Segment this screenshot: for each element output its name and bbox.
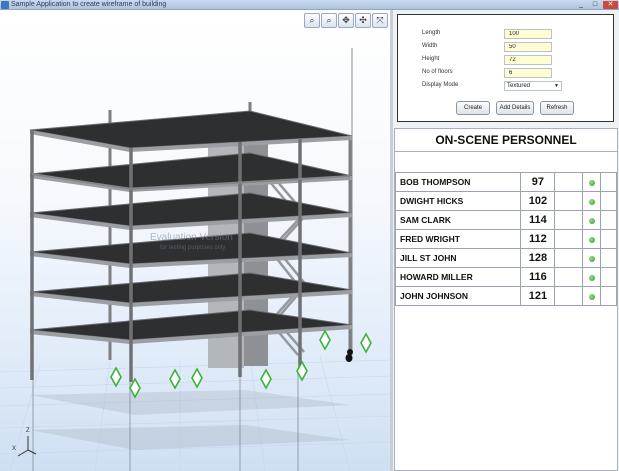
floors-row: No of floors [398,68,615,79]
personnel-blank-cell [554,286,584,306]
personnel-row[interactable]: DWIGHT HICKS 102 [394,191,617,211]
personnel-blank-cell [554,172,584,192]
personnel-status-cell [582,286,602,306]
personnel-name: JILL ST JOHN [394,248,522,268]
personnel-name: DWIGHT HICKS [394,191,522,211]
personnel-end-cell [600,286,617,306]
personnel-number: 102 [520,191,556,211]
personnel-name: FRED WRIGHT [394,229,522,249]
personnel-status-cell [582,172,602,192]
chevron-down-icon: ▼ [554,83,559,89]
axis-x-label: X [12,446,17,452]
status-dot-icon [588,199,595,205]
floors-input[interactable] [504,68,552,78]
personnel-blank-cell [554,248,584,268]
width-input[interactable] [504,42,552,52]
personnel-number: 116 [520,267,556,287]
floors-label: No of floors [422,69,453,75]
3d-viewport[interactable]: ⌕ ⌕ ✥ ✣ ⤧ Evaluation Version for testing… [0,10,390,471]
personnel-number: 128 [520,248,556,268]
watermark-subtitle: for testing purposes only [160,245,226,251]
personnel-end-cell [600,267,617,287]
maximize-button[interactable]: □ [589,1,601,9]
status-dot-icon [588,218,595,224]
personnel-name: SAM CLARK [394,210,522,230]
personnel-blank-cell [554,210,584,230]
personnel-end-cell [600,191,617,211]
on-scene-personnel-panel: ON-SCENE PERSONNEL BOB THOMPSON 97 DWIGHT … [394,128,618,471]
display-mode-row: Display Mode Textured ▼ [398,81,615,92]
width-row: Width [398,42,615,53]
add-details-button[interactable]: Add Details [496,101,534,115]
pan-button[interactable]: ✥ [338,13,354,28]
watermark-title: Evaluation Version [150,232,233,243]
status-dot-icon [588,180,595,186]
length-row: Length [398,29,615,40]
app-window: Sample Application to create wireframe o… [0,0,619,471]
personnel-status-cell [582,191,602,211]
close-button[interactable]: ✕ [603,1,618,9]
personnel-row[interactable]: SAM CLARK 114 [394,210,617,230]
personnel-status-cell [582,267,602,287]
status-dot-icon [588,237,595,243]
length-input[interactable] [504,29,552,39]
personnel-end-cell [600,210,617,230]
personnel-name: HOWARD MILLER [394,267,522,287]
window-title: Sample Application to create wireframe o… [11,1,167,8]
personnel-status-cell [582,210,602,230]
personnel-number: 121 [520,286,556,306]
refresh-button[interactable]: Refresh [540,101,574,115]
personnel-row[interactable]: JOHN JOHNSON 121 [394,286,617,306]
personnel-row[interactable]: JILL ST JOHN 128 [394,248,617,268]
personnel-status-cell [582,248,602,268]
zoom-out-button[interactable]: ⌕ [321,13,337,28]
personnel-row[interactable]: BOB THOMPSON 97 [394,172,617,192]
personnel-name: BOB THOMPSON [394,172,522,192]
personnel-row[interactable]: HOWARD MILLER 116 [394,267,617,287]
personnel-number: 97 [520,172,556,192]
personnel-header: ON-SCENE PERSONNEL [395,129,617,152]
right-panel: Length Width Height No of floors Display… [393,10,619,471]
title-bar: Sample Application to create wireframe o… [0,0,619,10]
height-input[interactable] [504,55,552,65]
display-mode-select[interactable]: Textured ▼ [504,81,562,91]
personnel-end-cell [600,229,617,249]
personnel-marker-icon [345,349,353,362]
length-label: Length [422,30,441,36]
personnel-blank-cell [554,191,584,211]
app-icon [1,1,9,9]
personnel-blank-cell [554,267,584,287]
personnel-end-cell [600,172,617,192]
personnel-row[interactable]: FRED WRIGHT 112 [394,229,617,249]
status-dot-icon [588,275,595,281]
personnel-status-cell [582,229,602,249]
fit-view-button[interactable]: ⤧ [372,13,388,28]
minimize-button[interactable]: _ [575,1,587,9]
width-label: Width [422,43,438,49]
personnel-number: 112 [520,229,556,249]
display-mode-label: Display Mode [422,82,459,88]
zoom-in-button[interactable]: ⌕ [304,13,320,28]
axis-z-label: Z [26,428,30,434]
rotate-button[interactable]: ✣ [355,13,371,28]
personnel-name: JOHN JOHNSON [394,286,522,306]
display-mode-value: Textured [507,83,531,89]
height-row: Height [398,55,615,66]
status-dot-icon [588,294,595,300]
building-parameters-form: Length Width Height No of floors Display… [397,14,614,122]
personnel-spacer [395,152,617,172]
personnel-blank-cell [554,229,584,249]
height-label: Height [422,56,440,62]
view-toolbar: ⌕ ⌕ ✥ ✣ ⤧ [304,13,388,29]
create-button[interactable]: Create [456,101,490,115]
personnel-number: 114 [520,210,556,230]
status-dot-icon [588,256,595,262]
personnel-table: BOB THOMPSON 97 DWIGHT HICKS 102 SAM CLARK 11… [394,172,617,306]
personnel-end-cell [600,248,617,268]
